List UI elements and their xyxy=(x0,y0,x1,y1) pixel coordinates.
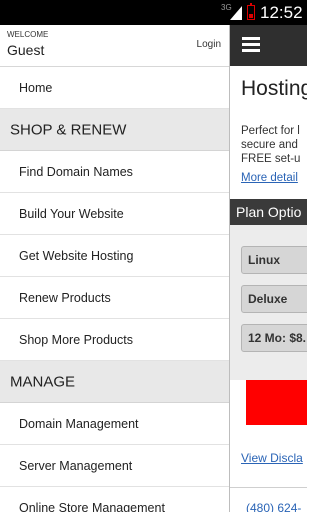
section-title: MANAGE xyxy=(10,373,76,390)
top-app-bar xyxy=(230,25,307,66)
drawer-item-domain-management[interactable]: Domain Management xyxy=(0,403,229,445)
cta-area xyxy=(230,380,307,440)
hamburger-menu-icon[interactable] xyxy=(242,37,260,53)
hosting-page: Hosting Perfect for l secure and FREE se… xyxy=(229,25,307,512)
os-select[interactable]: Linux xyxy=(241,246,307,274)
drawer-item-label: Shop More Products xyxy=(19,332,133,347)
drawer-item-build-your-website[interactable]: Build Your Website xyxy=(0,193,229,235)
status-bar: 3G 12:52 xyxy=(0,0,307,25)
view-disclaimers-link[interactable]: View Discla xyxy=(241,451,303,465)
os-select-value: Linux xyxy=(248,253,280,267)
drawer-item-find-domain-names[interactable]: Find Domain Names xyxy=(0,151,229,193)
navigation-drawer: WELCOME Guest Login Home SHOP & RENEW Fi… xyxy=(0,25,229,512)
plan-options-title: Plan Optio xyxy=(236,204,302,220)
drawer-item-label: Online Store Management xyxy=(19,500,165,512)
drawer-item-label: Get Website Hosting xyxy=(19,248,134,263)
welcome-label: WELCOME xyxy=(7,30,49,39)
description-line: secure and xyxy=(241,139,298,151)
hosting-description: Perfect for l secure and FREE set-u xyxy=(241,124,300,166)
drawer-item-renew-products[interactable]: Renew Products xyxy=(0,277,229,319)
signal-strength-icon xyxy=(230,6,242,20)
plan-select-value: Deluxe xyxy=(248,292,288,306)
term-select[interactable]: 12 Mo: $8. xyxy=(241,324,307,352)
plan-options-panel: Linux Deluxe 12 Mo: $8. xyxy=(230,225,307,380)
add-to-cart-button[interactable] xyxy=(246,380,307,425)
login-link[interactable]: Login xyxy=(197,39,221,50)
drawer-item-label: Find Domain Names xyxy=(19,164,133,179)
term-select-value: 12 Mo: $8. xyxy=(248,331,307,345)
drawer-item-home[interactable]: Home xyxy=(0,67,229,109)
description-line: Perfect for l xyxy=(241,125,300,137)
section-header-manage: MANAGE xyxy=(0,361,229,403)
divider xyxy=(230,487,307,488)
drawer-item-label: Build Your Website xyxy=(19,206,124,221)
drawer-item-shop-more-products[interactable]: Shop More Products xyxy=(0,319,229,361)
clock: 12:52 xyxy=(260,3,303,22)
phone-link[interactable]: (480) 624- xyxy=(246,501,301,512)
drawer-item-label: Domain Management xyxy=(19,416,139,431)
drawer-item-label: Renew Products xyxy=(19,290,111,305)
section-header-shop-renew: SHOP & RENEW xyxy=(0,109,229,151)
plan-options-header: Plan Optio xyxy=(230,199,307,225)
drawer-item-label: Server Management xyxy=(19,458,133,473)
drawer-item-get-website-hosting[interactable]: Get Website Hosting xyxy=(0,235,229,277)
plan-select[interactable]: Deluxe xyxy=(241,285,307,313)
battery-icon xyxy=(247,3,255,20)
description-line: FREE set-u xyxy=(241,153,301,165)
drawer-item-label: Home xyxy=(19,80,53,95)
drawer-item-server-management[interactable]: Server Management xyxy=(0,445,229,487)
user-name: Guest xyxy=(7,42,45,58)
section-title: SHOP & RENEW xyxy=(10,121,127,138)
more-details-link[interactable]: More detail xyxy=(241,172,298,184)
page-title: Hosting xyxy=(241,77,307,100)
drawer-item-online-store-management[interactable]: Online Store Management xyxy=(0,487,229,512)
app-screen: 3G 12:52 WELCOME Guest Login Home SHOP &… xyxy=(0,0,307,512)
drawer-header: WELCOME Guest Login xyxy=(0,25,229,67)
